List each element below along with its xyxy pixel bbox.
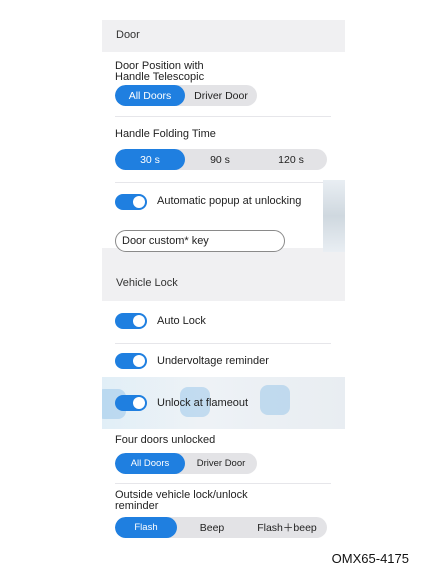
outside-lock-reminder-segmented: Flash Beep Flash＋beep [115, 517, 327, 538]
auto-lock-toggle[interactable] [115, 313, 147, 329]
divider [115, 116, 331, 117]
toggle-knob [133, 355, 145, 367]
door-position-option-all-doors[interactable]: All Doors [115, 85, 185, 106]
outside-option-flash[interactable]: Flash [115, 517, 177, 538]
unlock-flameout-label: Unlock at flameout [157, 397, 249, 409]
undervoltage-toggle[interactable] [115, 353, 147, 369]
outside-lock-reminder-line2: reminder [115, 500, 159, 512]
auto-lock-label: Auto Lock [157, 315, 206, 327]
door-section-title: Door [116, 29, 140, 41]
outside-option-beep[interactable]: Beep [177, 517, 247, 538]
toggle-knob [133, 397, 145, 409]
toggle-knob [133, 315, 145, 327]
outside-option-flash-beep[interactable]: Flash＋beep [247, 517, 327, 538]
four-doors-option-all-doors[interactable]: All Doors [115, 453, 185, 474]
divider [115, 483, 331, 484]
outside-lock-reminder-label: Outside vehicle lock/unlock reminder [115, 490, 248, 512]
folding-time-label: Handle Folding Time [115, 128, 216, 140]
folding-time-option-30s[interactable]: 30 s [115, 149, 185, 170]
divider [115, 343, 331, 344]
settings-panel: Door Door Position with Handle Telescopi… [102, 20, 345, 551]
unlock-flameout-toggle[interactable] [115, 395, 147, 411]
auto-popup-label: Automatic popup at unlocking [157, 195, 302, 207]
toggle-knob [133, 196, 145, 208]
four-doors-label: Four doors unlocked [115, 434, 216, 446]
undervoltage-label: Undervoltage reminder [157, 355, 269, 367]
door-position-option-driver-door[interactable]: Driver Door [185, 85, 257, 106]
four-doors-option-driver-door[interactable]: Driver Door [185, 453, 257, 474]
car-image-fragment [323, 180, 345, 252]
vehicle-lock-card: Auto Lock Undervoltage reminder Unlock a… [102, 301, 345, 551]
auto-popup-toggle[interactable] [115, 194, 147, 210]
door-position-label: Door Position with Handle Telescopic [115, 61, 204, 83]
divider [115, 182, 331, 183]
door-card: Door Position with Handle Telescopic All… [102, 52, 345, 252]
figure-caption: OMX65-4175 [331, 551, 409, 566]
four-doors-segmented: All Doors Driver Door [115, 453, 257, 474]
door-position-label-line2: Handle Telescopic [115, 71, 205, 83]
folding-time-option-90s[interactable]: 90 s [185, 149, 255, 170]
vehicle-lock-section-title: Vehicle Lock [116, 277, 178, 289]
door-position-segmented: All Doors Driver Door [115, 85, 257, 106]
folding-time-option-120s[interactable]: 120 s [255, 149, 327, 170]
ghost-app-icon [260, 385, 290, 415]
door-custom-key-field[interactable]: Door custom* key [115, 230, 285, 252]
folding-time-segmented: 30 s 90 s 120 s [115, 149, 327, 170]
